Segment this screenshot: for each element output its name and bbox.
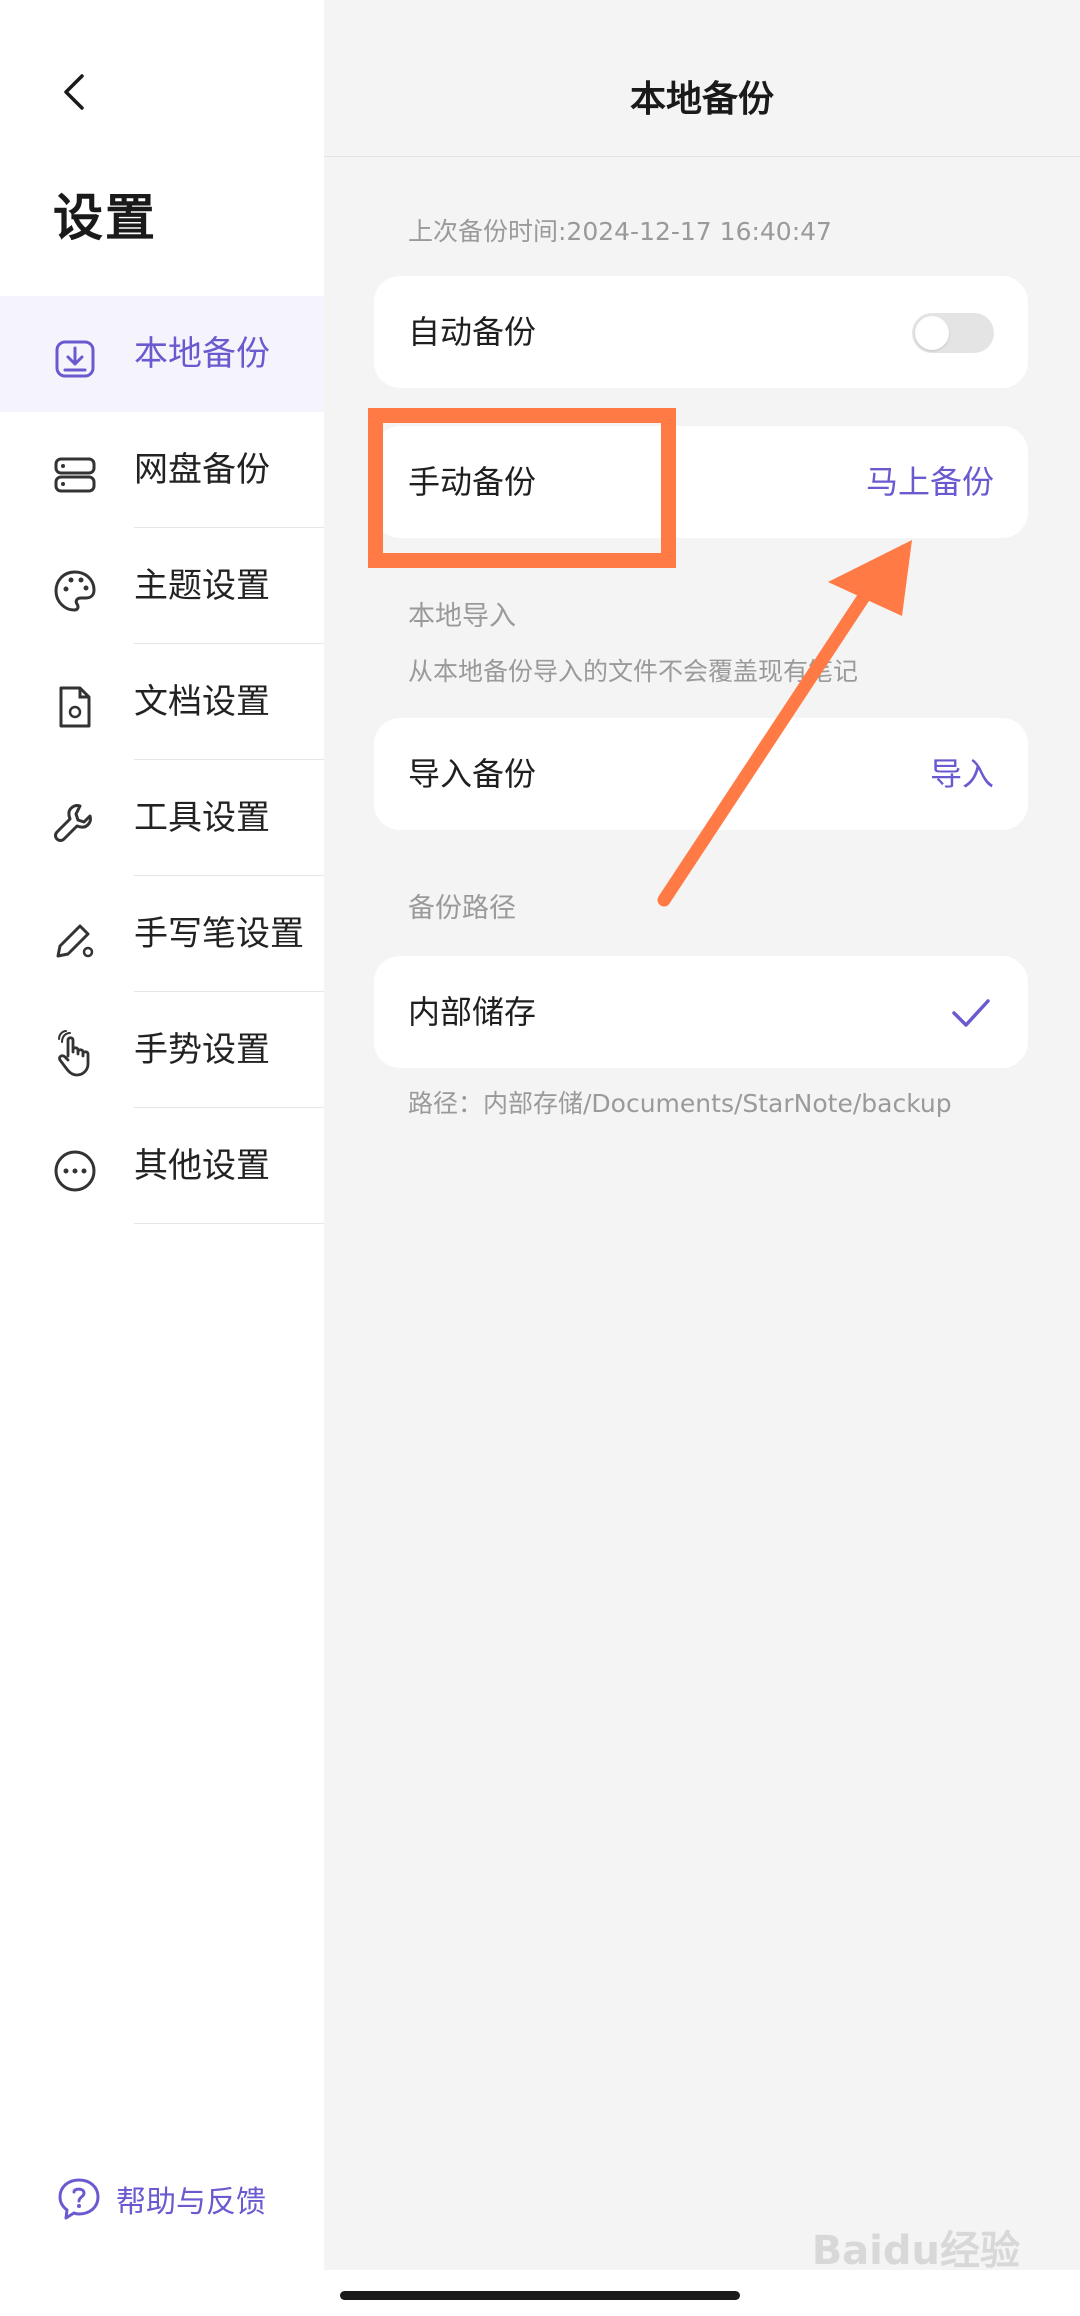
- help-feedback-label: 帮助与反馈: [116, 2185, 266, 2220]
- auto-backup-label: 自动备份: [408, 313, 537, 351]
- last-backup-time: 上次备份时间:2024-12-17 16:40:47: [408, 217, 832, 246]
- local-backup-icon: [55, 340, 95, 378]
- panel-header: 本地备份: [324, 0, 1080, 157]
- page-title: 本地备份: [629, 79, 774, 120]
- sidebar-item-label: 手势设置: [134, 1030, 270, 1070]
- local-import-section-title: 本地导入: [408, 601, 516, 632]
- highlight-box: [368, 408, 676, 568]
- import-backup-label: 导入备份: [408, 755, 537, 793]
- sidebar-item-cloud-backup[interactable]: 网盘备份: [0, 412, 324, 528]
- more-dots-icon: [54, 1150, 96, 1192]
- auto-backup-toggle[interactable]: [912, 313, 994, 353]
- settings-sidebar: 设置 本地备份 网盘备份 主题设置 文档设置 工具设置 手写笔设置 手势设置 其…: [0, 0, 324, 2316]
- internal-storage-label: 内部储存: [408, 993, 537, 1031]
- sidebar-item-local-backup[interactable]: 本地备份: [0, 296, 324, 412]
- sidebar-item-label: 文档设置: [134, 682, 270, 722]
- watermark-logo: Baidu经验: [811, 2228, 1020, 2274]
- sidebar-item-label: 其他设置: [134, 1146, 270, 1186]
- backup-path-section-title: 备份路径: [408, 893, 516, 924]
- sidebar-item-pen[interactable]: 手写笔设置: [0, 876, 324, 992]
- sidebar-item-label: 手写笔设置: [134, 914, 304, 954]
- sidebar-item-document[interactable]: 文档设置: [0, 644, 324, 760]
- settings-nav: 本地备份 网盘备份 主题设置 文档设置 工具设置 手写笔设置 手势设置 其他设置: [0, 296, 324, 1224]
- internal-storage-option[interactable]: 内部储存: [374, 956, 1028, 1068]
- back-arrow-icon[interactable]: [54, 70, 98, 114]
- sidebar-item-theme[interactable]: 主题设置: [0, 528, 324, 644]
- document-settings-icon: [59, 686, 91, 728]
- sidebar-item-other[interactable]: 其他设置: [0, 1108, 324, 1224]
- gesture-hand-icon: [58, 1030, 90, 1077]
- sidebar-item-label: 本地备份: [134, 334, 270, 374]
- palette-icon: [54, 570, 96, 612]
- divider: [134, 1223, 324, 1224]
- home-indicator: [340, 2291, 740, 2300]
- cloud-storage-icon: [54, 457, 96, 493]
- wrench-icon: [54, 804, 92, 842]
- toggle-knob: [915, 316, 949, 350]
- annotation-arrow-icon: [657, 540, 912, 907]
- local-backup-panel: 本地备份 上次备份时间:2024-12-17 16:40:47 自动备份 手动备…: [324, 0, 1080, 2270]
- sidebar-item-gesture[interactable]: 手势设置: [0, 992, 324, 1108]
- sidebar-item-label: 工具设置: [134, 798, 270, 838]
- auto-backup-row: 自动备份: [374, 276, 1028, 388]
- settings-title: 设置: [53, 189, 157, 247]
- pen-settings-icon: [56, 924, 94, 958]
- help-feedback-button[interactable]: 帮助与反馈: [56, 2176, 266, 2222]
- checkmark-icon: [952, 999, 990, 1027]
- backup-path-text: 路径：内部存储/Documents/StarNote/backup: [408, 1089, 952, 1118]
- sidebar-item-label: 网盘备份: [134, 450, 270, 490]
- sidebar-item-tools[interactable]: 工具设置: [0, 760, 324, 876]
- sidebar-item-label: 主题设置: [134, 566, 270, 606]
- help-icon: [58, 2178, 100, 2220]
